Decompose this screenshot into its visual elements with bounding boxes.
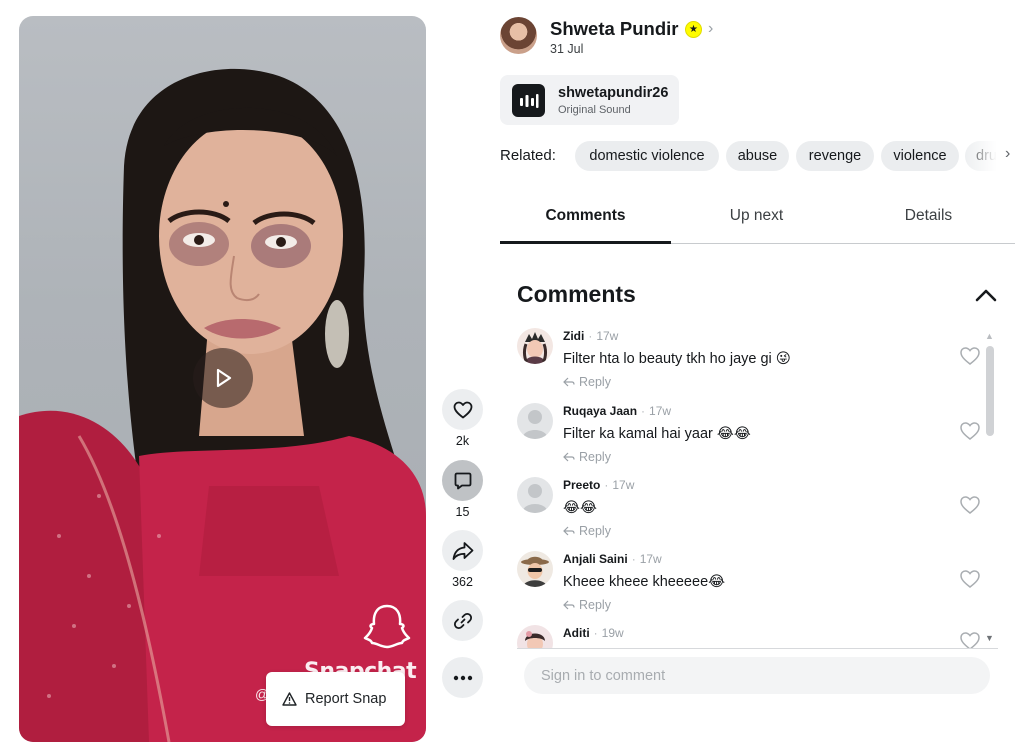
avatar[interactable] — [517, 328, 553, 364]
comment-author[interactable]: Zidi — [563, 329, 584, 343]
sound-card[interactable]: shwetapundir26 Original Sound — [500, 75, 679, 125]
heart-icon — [453, 401, 472, 418]
comment-text: 😂😂 — [563, 500, 597, 516]
comment-text: Filter hta lo beauty tkh ho jaye gi 😜 — [563, 351, 791, 367]
sound-name: shwetapundir26 — [558, 85, 669, 101]
sound-bars-icon — [512, 84, 545, 117]
avatar[interactable] — [517, 403, 553, 439]
reply-button[interactable]: Reply — [563, 450, 611, 464]
comment-author-line: Aditi · 19w — [563, 626, 624, 640]
comments-list[interactable]: Zidi · 17w Filter hta lo beauty tkh ho jay… — [505, 322, 1005, 648]
more-dots-icon — [453, 675, 472, 680]
share-button[interactable] — [442, 530, 483, 571]
play-button[interactable] — [193, 348, 253, 408]
avatar[interactable] — [517, 625, 553, 648]
related-chip[interactable]: revenge — [796, 141, 874, 171]
video-player[interactable]: Snapchat @ Report Snap — [19, 16, 426, 742]
avatar[interactable] — [517, 551, 553, 587]
reply-button[interactable]: Reply — [563, 598, 611, 612]
heart-icon[interactable] — [959, 346, 981, 366]
reply-arrow-icon — [563, 452, 575, 462]
chevron-right-icon[interactable]: › — [1005, 145, 1010, 163]
comment-item: Zidi · 17w Filter hta lo beauty tkh ho jay… — [505, 322, 985, 396]
comment-author[interactable]: Ruqaya Jaan — [563, 404, 637, 418]
heart-icon[interactable] — [959, 495, 981, 515]
comment-time: 17w — [639, 552, 662, 566]
scroll-down-arrow-icon[interactable]: ▼ — [985, 633, 994, 643]
reply-arrow-icon — [563, 526, 575, 536]
comment-item: Aditi · 19w — [505, 619, 985, 648]
comment-item: Ruqaya Jaan · 17w Filter ka kamal hai yaar… — [505, 397, 985, 471]
reply-arrow-icon — [563, 600, 575, 610]
post-date: 31 Jul — [550, 42, 584, 56]
reply-label: Reply — [579, 524, 611, 538]
comment-author-line: Anjali Saini · 17w — [563, 552, 662, 566]
reply-button[interactable]: Reply — [563, 375, 611, 389]
comment-author[interactable]: Anjali Saini — [563, 552, 628, 566]
creator-name[interactable]: Shweta Pundir — [550, 18, 679, 40]
reply-label: Reply — [579, 450, 611, 464]
active-tab-indicator — [500, 241, 671, 244]
comment-author-line: Zidi · 17w — [563, 329, 619, 343]
more-options-button[interactable] — [442, 657, 483, 698]
heart-icon[interactable] — [959, 569, 981, 589]
chevron-up-icon — [975, 289, 997, 302]
creator-avatar[interactable] — [500, 17, 537, 54]
tab-comments[interactable]: Comments — [500, 200, 671, 244]
avatar[interactable] — [517, 477, 553, 513]
related-chip[interactable]: abuse — [726, 141, 789, 171]
warning-icon — [282, 692, 297, 706]
chevron-right-icon[interactable]: › — [708, 20, 713, 38]
related-label: Related: — [500, 147, 556, 164]
comment-item: Preeto · 17w 😂😂 Reply — [505, 471, 985, 545]
comment-author[interactable]: Preeto — [563, 478, 600, 492]
link-icon — [453, 612, 472, 629]
collapse-comments-button[interactable] — [972, 282, 1000, 308]
like-count: 2k — [455, 434, 470, 448]
play-icon — [216, 368, 232, 388]
report-snap-button[interactable]: Report Snap — [266, 672, 405, 726]
report-snap-label: Report Snap — [305, 691, 387, 707]
comment-time: 17w — [612, 478, 635, 492]
copy-link-button[interactable] — [442, 600, 483, 641]
comment-text: Kheee kheee kheeeee😂 — [563, 574, 726, 590]
star-badge-icon: ★ — [685, 21, 702, 38]
comment-item: Anjali Saini · 17w Kheee kheee kheeeee😂 Re… — [505, 545, 985, 619]
comment-author-line: Ruqaya Jaan · 17w — [563, 404, 672, 418]
comment-time: 17w — [596, 329, 619, 343]
heart-icon[interactable] — [959, 631, 981, 648]
comment-bubble-icon — [454, 472, 471, 489]
scrollbar-thumb[interactable] — [986, 346, 994, 436]
comment-author-line: Preeto · 17w — [563, 478, 635, 492]
snapchat-ghost-icon — [363, 604, 411, 649]
related-chip[interactable]: violence — [881, 141, 959, 171]
sign-in-to-comment-input[interactable]: Sign in to comment — [524, 657, 990, 694]
comments-button[interactable] — [442, 460, 483, 501]
share-arrow-icon — [452, 541, 473, 560]
reply-arrow-icon — [563, 377, 575, 387]
sound-subtitle: Original Sound — [558, 104, 631, 116]
comment-time: 17w — [649, 404, 672, 418]
comment-author[interactable]: Aditi — [563, 626, 590, 640]
reply-label: Reply — [579, 375, 611, 389]
related-chip[interactable]: domestic violence — [575, 141, 719, 171]
comment-time: 19w — [601, 626, 624, 640]
comments-heading: Comments — [517, 281, 636, 307]
tab-details[interactable]: Details — [842, 200, 1015, 244]
comment-text: Filter ka kamal hai yaar 😂😂 — [563, 426, 751, 442]
scroll-up-arrow-icon[interactable]: ▲ — [985, 331, 994, 341]
share-count: 362 — [452, 575, 473, 589]
tab-up-next[interactable]: Up next — [671, 200, 842, 244]
reply-label: Reply — [579, 598, 611, 612]
heart-icon[interactable] — [959, 421, 981, 441]
comments-divider — [517, 648, 998, 649]
like-button[interactable] — [442, 389, 483, 430]
reply-button[interactable]: Reply — [563, 524, 611, 538]
comment-count: 15 — [455, 505, 470, 519]
